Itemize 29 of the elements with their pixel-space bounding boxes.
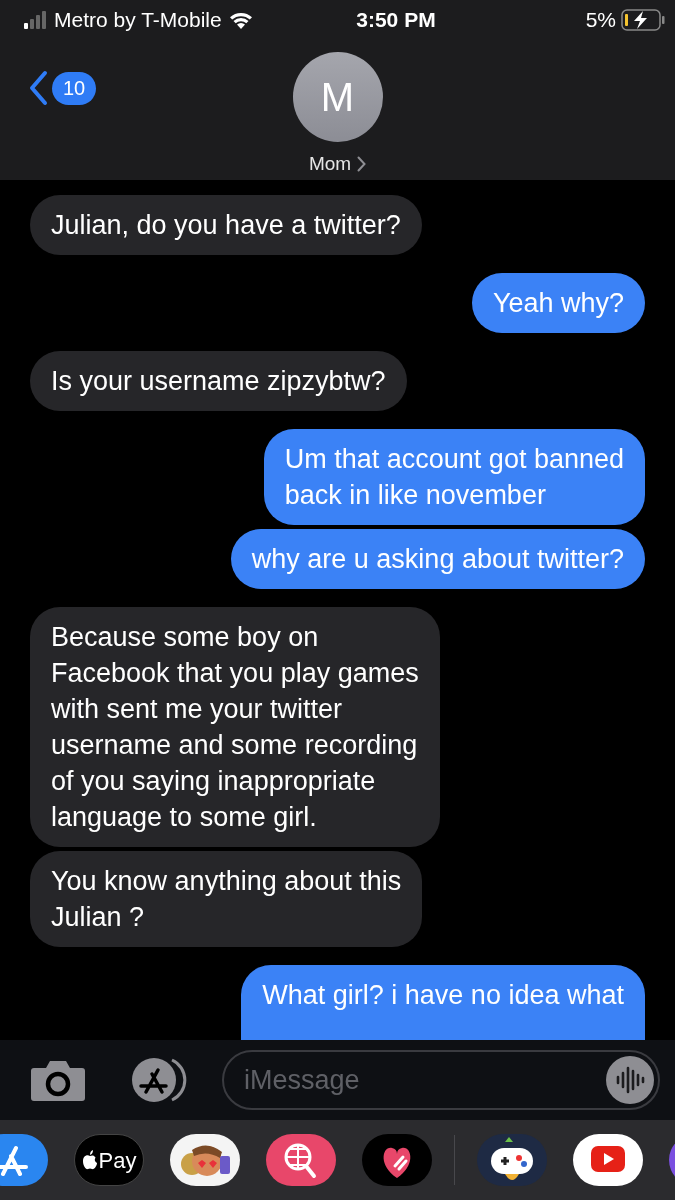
game-controller-icon[interactable] [477, 1134, 547, 1186]
battery-icon [621, 9, 665, 31]
received-message: You know anything about this Julian ? [30, 851, 423, 947]
chevron-right-icon [357, 156, 367, 173]
message-field[interactable]: iMessage [222, 1050, 660, 1110]
play-button-icon[interactable] [573, 1134, 643, 1186]
status-time: 3:50 PM [356, 7, 436, 34]
back-button[interactable]: 10 [28, 70, 97, 106]
battery-percent: 5% [585, 7, 616, 34]
contact-name[interactable]: Mom [308, 150, 352, 179]
carrier-name: Metro by T-Mobile [54, 7, 222, 34]
back-chevron-icon [28, 70, 48, 106]
received-message: Julian, do you have a twitter? [30, 195, 422, 255]
pay-label: Pay [98, 1146, 137, 1175]
signal-icon [24, 11, 48, 29]
globe-search-icon[interactable] [266, 1134, 336, 1186]
wifi-icon [227, 10, 254, 30]
received-message: Because some boy on Facebook that you play games with sent me your twitter username and some recording of you saying inappropriate language to some girl. [30, 607, 440, 847]
sent-message: Um that account got banned back in like november [263, 429, 645, 525]
sent-message: Yeah why? [471, 273, 645, 333]
received-message: Is your username zipzybtw? [30, 351, 407, 411]
sent-message: What girl? i have no idea what [241, 965, 645, 1040]
audio-wave-icon[interactable] [606, 1056, 654, 1104]
apple-icon [81, 1150, 98, 1170]
sent-message: why are u asking about twitter? [230, 529, 645, 589]
apple-pay-button[interactable]: Pay [74, 1134, 144, 1186]
sticker-icon[interactable] [170, 1134, 240, 1186]
unread-count-badge: 10 [52, 71, 97, 105]
camera-icon[interactable] [30, 1058, 86, 1102]
